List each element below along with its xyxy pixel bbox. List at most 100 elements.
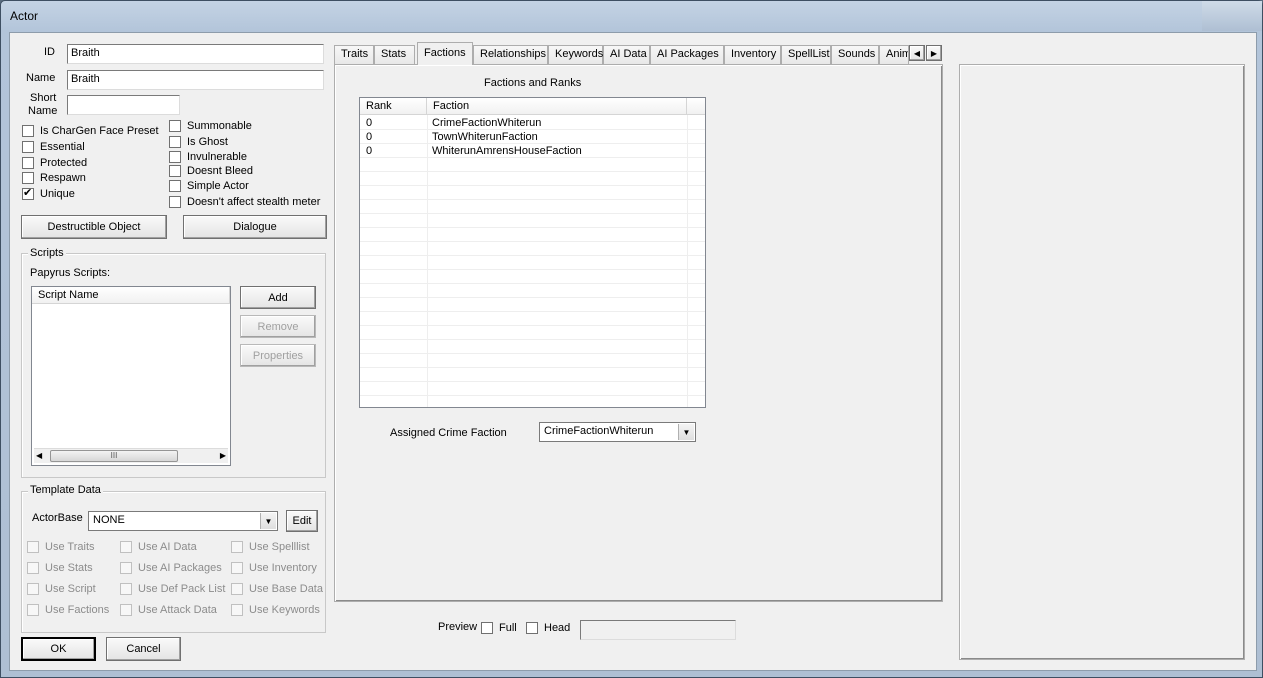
actorbase-edit-button[interactable]: Edit	[286, 510, 318, 532]
actorbase-select[interactable]: NONE ▼	[88, 511, 278, 531]
empty-row	[360, 340, 705, 354]
checkmark-icon	[22, 186, 34, 200]
preview-full-checkbox[interactable]: Full	[481, 622, 517, 634]
papyrus-scripts-label: Papyrus Scripts:	[30, 267, 111, 279]
use-factions-checkbox[interactable]: Use Factions	[27, 604, 109, 616]
scripts-list-header: Script Name	[32, 287, 230, 304]
id-label: ID	[44, 46, 55, 58]
table-row[interactable]: 0 WhiterunAmrensHouseFaction	[360, 144, 705, 158]
essential-checkbox[interactable]: Essential	[22, 141, 85, 153]
add-script-button[interactable]: Add	[240, 286, 316, 309]
tab-anim[interactable]: Anim	[879, 45, 909, 64]
tab-spelllist[interactable]: SpellList	[781, 45, 831, 64]
tab-traits[interactable]: Traits	[334, 45, 374, 64]
faction-column-header[interactable]: Faction	[427, 98, 687, 115]
tab-scroll-right-icon[interactable]: ▶	[926, 45, 942, 61]
scripts-list[interactable]: Script Name ◀ III ▶	[31, 286, 231, 466]
use-spelllist-checkbox[interactable]: Use Spelllist	[231, 541, 310, 553]
summonable-checkbox[interactable]: Summonable	[169, 120, 252, 132]
checkbox-label: Is Ghost	[187, 136, 228, 148]
checkbox-box	[169, 151, 181, 163]
unique-checkbox[interactable]: Unique	[22, 186, 75, 200]
use-base-data-checkbox[interactable]: Use Base Data	[231, 583, 323, 595]
dialogue-button[interactable]: Dialogue	[183, 215, 327, 239]
titlebar-controls-area	[1202, 1, 1262, 31]
actor-window: Actor ID Braith Name Braith Short Name I…	[0, 0, 1263, 678]
short-name-label-line2: Name	[28, 105, 58, 117]
window-title: Actor	[10, 9, 39, 23]
checkbox-box	[481, 622, 493, 634]
checkbox-box	[22, 125, 34, 137]
tab-stats[interactable]: Stats	[374, 45, 415, 64]
use-ai-packages-checkbox[interactable]: Use AI Packages	[120, 562, 222, 574]
checkbox-label: Use Spelllist	[249, 541, 310, 553]
checkbox-box	[120, 541, 132, 553]
assigned-crime-faction-select[interactable]: CrimeFactionWhiterun ▼	[539, 422, 696, 442]
use-keywords-checkbox[interactable]: Use Keywords	[231, 604, 320, 616]
checkbox-box	[526, 622, 538, 634]
preview-label: Preview	[438, 621, 478, 633]
ok-button[interactable]: OK	[21, 637, 96, 661]
respawn-checkbox[interactable]: Respawn	[22, 172, 86, 184]
checkbox-box	[231, 541, 243, 553]
tab-keywords[interactable]: Keywords	[548, 45, 603, 64]
factions-list[interactable]: Rank Faction 0 CrimeFactionWhiterun 0 To…	[359, 97, 706, 408]
tab-ai-data[interactable]: AI Data	[603, 45, 650, 64]
preview-head-checkbox[interactable]: Head	[526, 622, 570, 634]
checkbox-box	[27, 583, 39, 595]
checkbox-label: Use Inventory	[249, 562, 317, 574]
tab-sounds[interactable]: Sounds	[831, 45, 879, 64]
dropdown-arrow-icon[interactable]: ▼	[678, 424, 694, 440]
scroll-right-icon[interactable]: ▶	[220, 451, 226, 460]
name-label: Name	[26, 72, 56, 84]
tab-factions[interactable]: Factions	[417, 42, 473, 65]
checkbox-label: Use Attack Data	[138, 604, 217, 616]
simple-actor-checkbox[interactable]: Simple Actor	[169, 180, 249, 192]
script-name-column-header[interactable]: Script Name	[32, 287, 230, 304]
checkbox-box	[169, 120, 181, 132]
empty-row	[360, 354, 705, 368]
factions-list-header: Rank Faction	[360, 98, 705, 115]
empty-row	[360, 312, 705, 326]
id-field[interactable]: Braith	[67, 44, 324, 64]
tab-scroll-left-icon[interactable]: ◀	[909, 45, 925, 61]
is-ghost-checkbox[interactable]: Is Ghost	[169, 136, 228, 148]
remove-script-button[interactable]: Remove	[240, 315, 316, 338]
destructible-object-button[interactable]: Destructible Object	[21, 215, 167, 239]
cancel-button[interactable]: Cancel	[106, 637, 181, 661]
doesnt-bleed-checkbox[interactable]: Doesnt Bleed	[169, 165, 253, 177]
use-traits-checkbox[interactable]: Use Traits	[27, 541, 95, 553]
checkbox-box	[22, 157, 34, 169]
is-chargen-face-preset-checkbox[interactable]: Is CharGen Face Preset	[22, 125, 159, 137]
name-field[interactable]: Braith	[67, 70, 324, 90]
table-row[interactable]: 0 CrimeFactionWhiterun	[360, 116, 705, 130]
properties-button[interactable]: Properties	[240, 344, 316, 367]
scrollbar-thumb[interactable]: III	[50, 450, 178, 462]
checkbox-box	[22, 172, 34, 184]
scroll-left-icon[interactable]: ◀	[36, 451, 42, 460]
checkbox-label: Unique	[40, 188, 75, 200]
tab-relationships[interactable]: Relationships	[473, 45, 548, 64]
rank-column-header[interactable]: Rank	[360, 98, 427, 115]
doesnt-affect-stealth-meter-checkbox[interactable]: Doesn't affect stealth meter	[169, 196, 320, 208]
use-ai-data-checkbox[interactable]: Use AI Data	[120, 541, 197, 553]
use-def-pack-list-checkbox[interactable]: Use Def Pack List	[120, 583, 225, 595]
use-attack-data-checkbox[interactable]: Use Attack Data	[120, 604, 217, 616]
checkbox-label: Respawn	[40, 172, 86, 184]
checkbox-label: Use AI Packages	[138, 562, 222, 574]
use-script-checkbox[interactable]: Use Script	[27, 583, 96, 595]
use-inventory-checkbox[interactable]: Use Inventory	[231, 562, 317, 574]
scripts-horizontal-scrollbar[interactable]: ◀ III ▶	[34, 448, 228, 463]
dropdown-arrow-icon[interactable]: ▼	[260, 513, 276, 529]
empty-row	[360, 284, 705, 298]
invulnerable-checkbox[interactable]: Invulnerable	[169, 151, 247, 163]
table-row[interactable]: 0 TownWhiterunFaction	[360, 130, 705, 144]
protected-checkbox[interactable]: Protected	[22, 157, 87, 169]
factions-and-ranks-title: Factions and Ranks	[484, 77, 582, 89]
tab-ai-packages[interactable]: AI Packages	[650, 45, 724, 64]
use-stats-checkbox[interactable]: Use Stats	[27, 562, 93, 574]
checkbox-label: Summonable	[187, 120, 252, 132]
checkbox-label: Use AI Data	[138, 541, 197, 553]
short-name-field[interactable]	[67, 95, 180, 115]
tab-inventory[interactable]: Inventory	[724, 45, 781, 64]
